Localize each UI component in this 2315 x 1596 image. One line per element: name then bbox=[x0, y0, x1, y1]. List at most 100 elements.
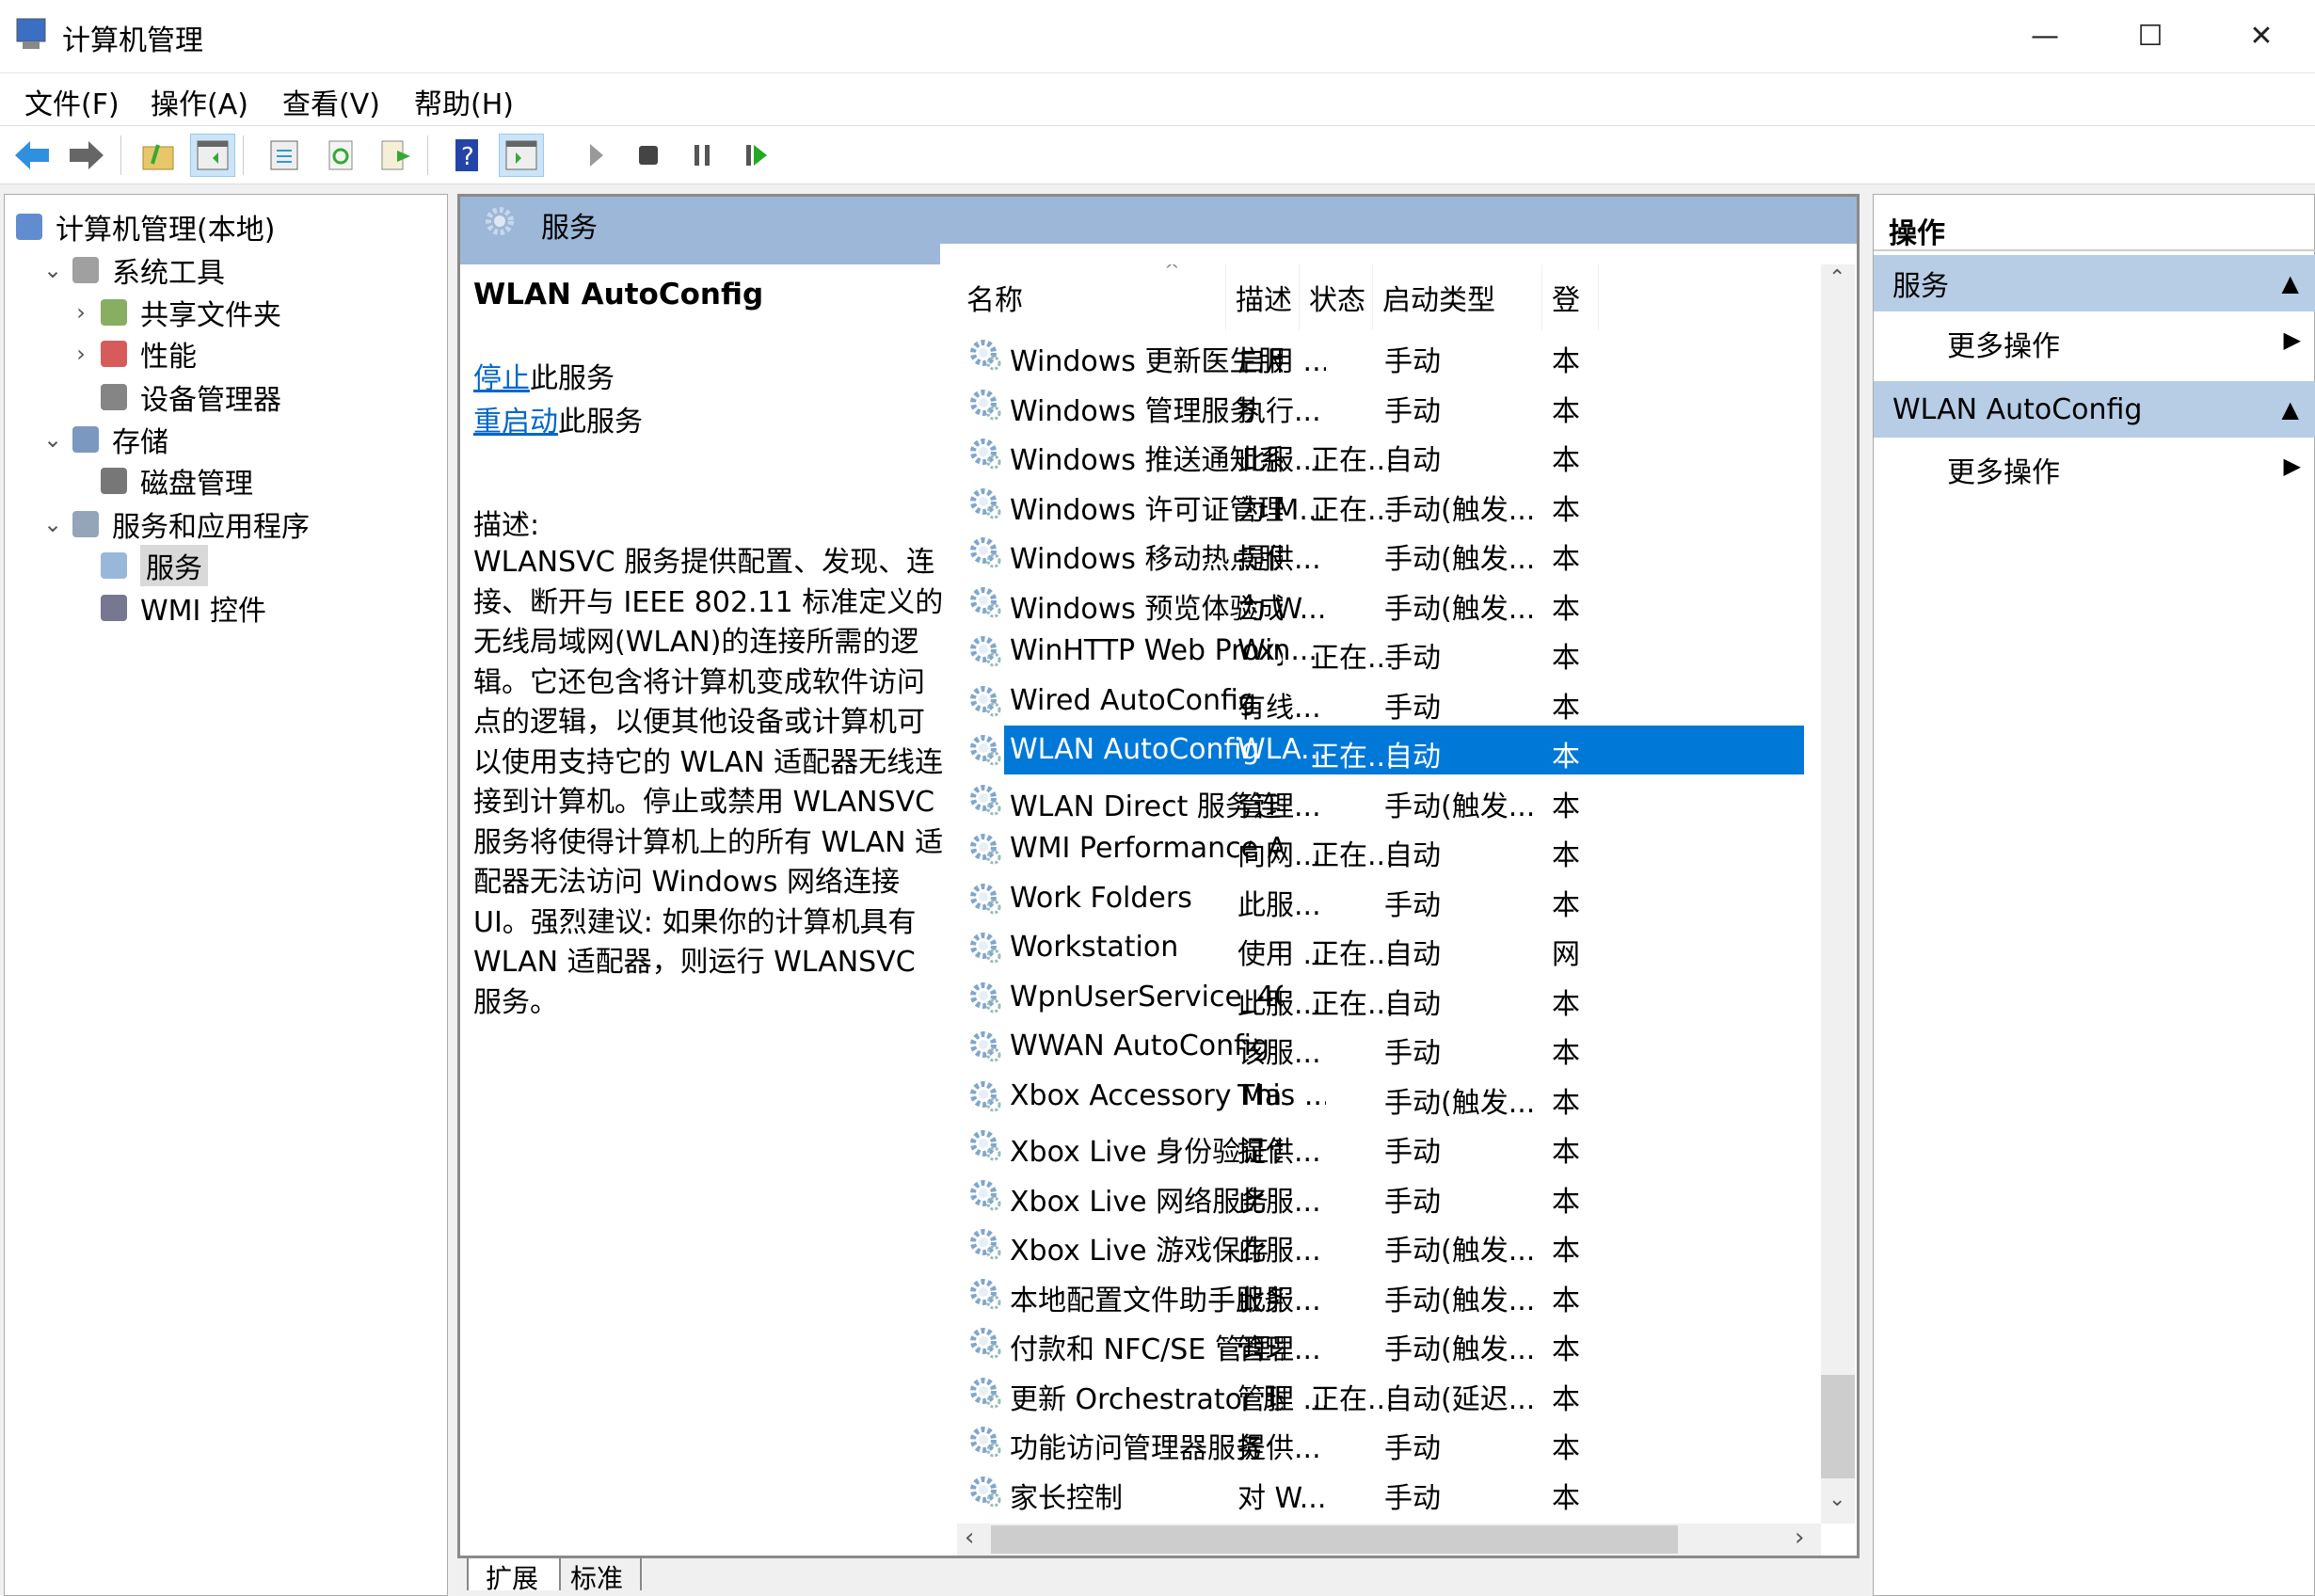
expand-chevron-icon[interactable]: ⌄ bbox=[39, 257, 67, 283]
service-gear-icon bbox=[970, 1377, 1001, 1408]
cell-description: 管理... bbox=[1237, 790, 1321, 823]
forward-icon[interactable] bbox=[64, 134, 109, 177]
tree-node[interactable]: ⌄ 服务和应用程序 bbox=[39, 503, 310, 545]
tab-standard[interactable]: 标准 bbox=[557, 1558, 642, 1590]
maximize-button[interactable]: ☐ bbox=[2099, 0, 2202, 72]
service-row[interactable]: WLAN AutoConfig WLA... 正在... 自动本 bbox=[957, 726, 1804, 774]
service-row[interactable]: 付款和 NFC/SE 管理器 管理... 手动(触发... 本 bbox=[957, 1318, 1804, 1367]
service-row[interactable]: WMI Performance Adapter向网...正在...自动本 bbox=[957, 824, 1804, 873]
refresh-icon[interactable] bbox=[318, 134, 363, 177]
service-row[interactable]: Xbox Live 游戏保存 此服... 手动(触发... 本 bbox=[957, 1220, 1804, 1269]
service-row[interactable]: Xbox Live 身份验证管理器提供...手动本 bbox=[957, 1121, 1804, 1170]
service-row[interactable]: WpnUserService_40037此服...正在...自动本 bbox=[957, 973, 1804, 1022]
menu-file[interactable]: 文件(F) bbox=[24, 81, 120, 122]
expand-chevron-icon[interactable]: › bbox=[67, 299, 95, 326]
service-row[interactable]: Windows 管理服务 执行... 手动本 bbox=[957, 380, 1804, 429]
service-row[interactable]: Windows 预览体验成员服务为 W...手动(触发...本 bbox=[957, 578, 1804, 627]
toolbar: ? bbox=[0, 126, 2315, 184]
expand-chevron-icon[interactable]: › bbox=[67, 341, 95, 367]
menu-action[interactable]: 操作(A) bbox=[151, 81, 248, 122]
cell-startup-type: 手动 bbox=[1384, 691, 1441, 725]
cell-logon-as: 本 bbox=[1552, 1086, 1580, 1120]
services-pane: 服务 WLAN AutoConfig 停止此服务 重启动此服务 描述: WLAN… bbox=[457, 194, 1860, 1558]
tab-extended[interactable]: 扩展 bbox=[467, 1558, 561, 1590]
actions-section-wlan[interactable]: WLAN AutoConfig ▲ bbox=[1874, 381, 2315, 438]
cell-description: 启用 ... bbox=[1237, 345, 1326, 378]
column-name[interactable]: 名称 ^ bbox=[957, 264, 1226, 330]
close-button[interactable]: ✕ bbox=[2210, 0, 2313, 72]
start-service-icon[interactable] bbox=[574, 134, 619, 177]
service-row[interactable]: Workstation 使用 ... 正在... 自动网 bbox=[957, 923, 1804, 972]
description-line: 配器无法访问 Windows 网络连接 bbox=[473, 866, 900, 899]
column-description[interactable]: 描述 bbox=[1226, 264, 1300, 330]
actions-section-services[interactable]: 服务 ▲ bbox=[1874, 255, 2315, 311]
column-status[interactable]: 状态 bbox=[1300, 264, 1373, 330]
menu-bar: 文件(F) 操作(A) 查看(V) 帮助(H) bbox=[0, 73, 2315, 126]
service-row[interactable]: 功能访问管理器服务 提供... 手动本 bbox=[957, 1417, 1804, 1466]
service-row[interactable]: Xbox Live 网络服务 此服... 手动本 bbox=[957, 1171, 1804, 1220]
cell-startup-type: 手动 bbox=[1384, 1037, 1441, 1070]
tree-node-icon bbox=[101, 595, 127, 621]
cell-logon-as: 本 bbox=[1552, 888, 1580, 922]
tree-node[interactable]: 计算机管理(本地) bbox=[10, 206, 275, 247]
pause-service-icon[interactable] bbox=[679, 134, 725, 177]
menu-view[interactable]: 查看(V) bbox=[282, 81, 380, 122]
cell-description: 管理... bbox=[1237, 1333, 1321, 1366]
back-icon[interactable] bbox=[9, 134, 55, 177]
column-logon-as[interactable]: 登 bbox=[1542, 264, 1599, 330]
show-hide-action-pane-icon[interactable] bbox=[499, 134, 544, 177]
service-row[interactable]: WWAN AutoConfig 该服... 手动本 bbox=[957, 1022, 1804, 1071]
more-actions-services[interactable]: 更多操作 bbox=[1947, 323, 2060, 364]
horizontal-scrollbar[interactable]: ‹ › bbox=[957, 1524, 1821, 1556]
service-row[interactable]: Wired AutoConfig 有线... 手动本 bbox=[957, 677, 1804, 726]
cell-startup-type: 手动 bbox=[1384, 1432, 1441, 1465]
cell-startup-type: 手动 bbox=[1384, 394, 1441, 428]
service-row[interactable]: 本地配置文件助手服务 此服... 手动(触发... 本 bbox=[957, 1269, 1804, 1318]
tree-node[interactable]: › 性能 bbox=[67, 333, 197, 375]
cell-startup-type: 手动 bbox=[1384, 642, 1441, 675]
properties-icon[interactable] bbox=[262, 134, 307, 177]
scroll-thumb[interactable] bbox=[1821, 1375, 1855, 1478]
service-gear-icon bbox=[970, 784, 1001, 815]
resume-service-icon[interactable] bbox=[734, 134, 779, 177]
computer-management-icon bbox=[16, 18, 46, 49]
export-list-icon[interactable] bbox=[373, 134, 418, 177]
service-row[interactable]: Windows 推送通知系统服务此服...正在...自动本 bbox=[957, 429, 1804, 478]
column-startup-type[interactable]: 启动类型 bbox=[1373, 264, 1542, 330]
tree-node[interactable]: 设备管理器 bbox=[67, 376, 281, 418]
tree-node[interactable]: 服务 bbox=[67, 545, 208, 586]
tree-node[interactable]: 磁盘管理 bbox=[67, 460, 253, 502]
expand-chevron-icon[interactable]: ⌄ bbox=[39, 426, 67, 453]
cell-description: This ... bbox=[1237, 1078, 1326, 1112]
stop-service-link[interactable]: 停止 bbox=[473, 362, 530, 395]
stop-service-icon[interactable] bbox=[625, 134, 670, 177]
up-folder-icon[interactable] bbox=[136, 134, 181, 177]
services-list: 名称^ 描述 状态 启动类型 登 Windows 更新医生服务启用 ...手动本… bbox=[957, 264, 1857, 1556]
view-tabs: 扩展 标准 bbox=[457, 1558, 834, 1590]
menu-help[interactable]: 帮助(H) bbox=[414, 81, 514, 122]
service-row[interactable]: Windows 许可证管理器服务为 M...正在...手动(触发...本 bbox=[957, 479, 1804, 528]
restart-service-link[interactable]: 重启动 bbox=[473, 406, 558, 439]
tree-node[interactable]: ⌄ 存储 bbox=[39, 419, 168, 460]
description-line: 以使用支持它的 WLAN 适配器无线连 bbox=[473, 745, 944, 779]
tree-node[interactable]: › 共享文件夹 bbox=[67, 292, 281, 333]
vertical-scrollbar[interactable]: ⌃ ⌄ bbox=[1821, 264, 1855, 1524]
minimize-button[interactable]: — bbox=[1993, 0, 2097, 72]
service-row[interactable]: WLAN Direct 服务连接管理...管理...手动(触发...本 bbox=[957, 775, 1804, 824]
hscroll-thumb[interactable] bbox=[991, 1525, 1678, 1554]
help-icon[interactable]: ? bbox=[444, 134, 489, 177]
service-row[interactable]: 更新 Orchestrator 服务管理 ...正在...自动(延迟...本 bbox=[957, 1368, 1804, 1417]
service-row[interactable]: Windows 更新医生服务启用 ...手动本 bbox=[957, 330, 1804, 379]
service-gear-icon bbox=[970, 537, 1001, 568]
show-hide-tree-icon[interactable] bbox=[190, 134, 235, 177]
tree-node[interactable]: ⌄ 系统工具 bbox=[39, 249, 225, 291]
more-actions-wlan[interactable]: 更多操作 bbox=[1947, 449, 2060, 490]
service-row[interactable]: Windows 移动热点服务提供...手动(触发...本 bbox=[957, 528, 1804, 577]
service-row[interactable]: Xbox Accessory Manageme...This ...手动(触发.… bbox=[957, 1072, 1804, 1121]
tree-node[interactable]: WMI 控件 bbox=[67, 587, 266, 629]
service-row[interactable]: Work Folders 此服... 手动本 bbox=[957, 874, 1804, 923]
service-row[interactable]: 家长控制对 W... 手动本 bbox=[957, 1467, 1804, 1516]
restart-suffix: 此服务 bbox=[558, 406, 643, 439]
service-row[interactable]: WinHTTP Web Proxy Auto-...Win...正在...手动本 bbox=[957, 627, 1804, 676]
expand-chevron-icon[interactable]: ⌄ bbox=[39, 511, 67, 537]
